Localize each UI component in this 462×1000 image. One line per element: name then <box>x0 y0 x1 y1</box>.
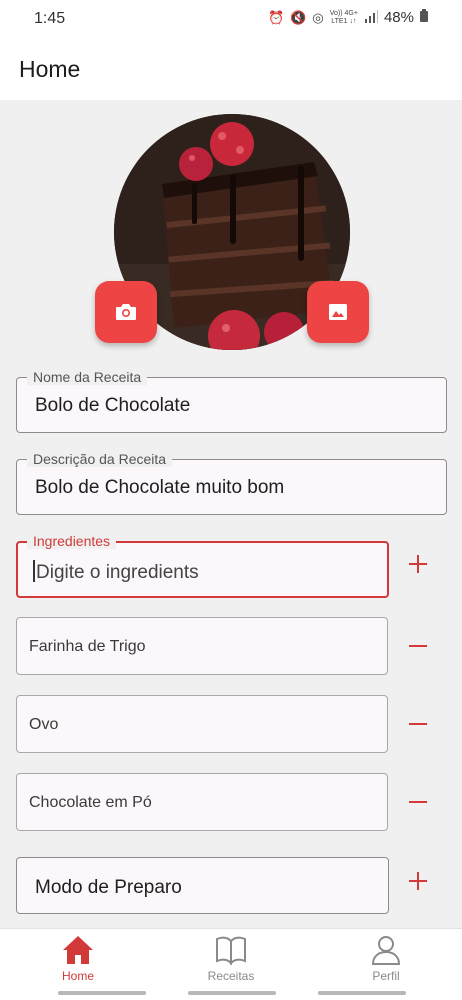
gesture-bar <box>318 991 406 995</box>
app-bar: Home <box>0 38 462 100</box>
recipe-description-value: Bolo de Chocolate muito bom <box>35 477 285 498</box>
gallery-button[interactable] <box>307 281 369 343</box>
camera-icon <box>116 304 136 320</box>
ingredients-input[interactable]: Ingredientes Digite o ingredients <box>16 533 389 598</box>
ingredient-name: Ovo <box>29 716 59 733</box>
hotspot-icon: ◎ <box>312 9 324 25</box>
recipe-name-label: Nome da Receita <box>27 369 148 385</box>
minus-icon <box>409 645 427 647</box>
network-top: Vo)) 4G+ <box>329 9 358 17</box>
battery-icon <box>420 9 428 26</box>
ingredients-placeholder-text: Digite o ingredients <box>36 562 199 583</box>
bottom-navigation: Home Receitas Perfil <box>0 928 462 1000</box>
plus-icon <box>409 555 427 573</box>
gesture-bar <box>58 991 146 995</box>
status-icons: ⏰ 🔇 ◎ Vo)) 4G+ LTE1 ↓↑ 48% <box>268 9 428 26</box>
signal-icon <box>364 9 378 26</box>
preparation-field[interactable]: Modo de Preparo <box>16 857 389 914</box>
alarm-icon: ⏰ <box>268 9 285 25</box>
nav-item-perfil[interactable]: Perfil <box>336 935 436 991</box>
ingredients-label: Ingredientes <box>27 533 117 549</box>
network-bottom: LTE1 ↓↑ <box>331 17 357 25</box>
ingredient-item: Chocolate em Pó <box>16 773 388 831</box>
ingredient-name: Farinha de Trigo <box>29 638 146 655</box>
recipe-description-field[interactable]: Descrição da Receita Bolo de Chocolate m… <box>16 451 447 515</box>
remove-ingredient-button[interactable] <box>403 787 433 817</box>
ingredient-item: Farinha de Trigo <box>16 617 388 675</box>
nav-label-receitas: Receitas <box>207 969 255 983</box>
preparation-value: Modo de Preparo <box>35 877 182 898</box>
image-icon <box>329 304 347 320</box>
gesture-bar <box>188 991 276 995</box>
ingredient-name: Chocolate em Pó <box>29 794 152 811</box>
status-bar: 1:45 ⏰ 🔇 ◎ Vo)) 4G+ LTE1 ↓↑ 48% <box>0 0 462 38</box>
add-ingredient-button[interactable] <box>403 549 433 579</box>
mute-icon: 🔇 <box>290 9 307 25</box>
nav-item-receitas[interactable]: Receitas <box>181 935 281 991</box>
nav-label-perfil: Perfil <box>372 969 400 983</box>
nav-label-home: Home <box>61 969 94 983</box>
recipe-name-field[interactable]: Nome da Receita Bolo de Chocolate <box>16 369 447 433</box>
recipe-description-label: Descrição da Receita <box>27 451 173 467</box>
plus-icon <box>409 872 427 890</box>
nav-item-home[interactable]: Home <box>28 935 128 991</box>
recipe-name-value: Bolo de Chocolate <box>35 395 191 416</box>
minus-icon <box>409 723 427 725</box>
book-icon <box>216 936 246 965</box>
minus-icon <box>409 801 427 803</box>
ingredient-item: Ovo <box>16 695 388 753</box>
network-indicator: Vo)) 4G+ LTE1 ↓↑ <box>330 10 358 26</box>
camera-button[interactable] <box>95 281 157 343</box>
remove-ingredient-button[interactable] <box>403 631 433 661</box>
home-icon <box>63 936 93 964</box>
person-icon <box>371 936 401 965</box>
remove-ingredient-button[interactable] <box>403 709 433 739</box>
battery-percent: 48% <box>383 9 414 26</box>
text-caret <box>33 560 35 582</box>
ingredients-placeholder: Digite o ingredients <box>33 560 199 584</box>
status-time: 1:45 <box>34 10 66 27</box>
add-preparation-button[interactable] <box>403 866 433 896</box>
page-title: Home <box>19 56 81 82</box>
